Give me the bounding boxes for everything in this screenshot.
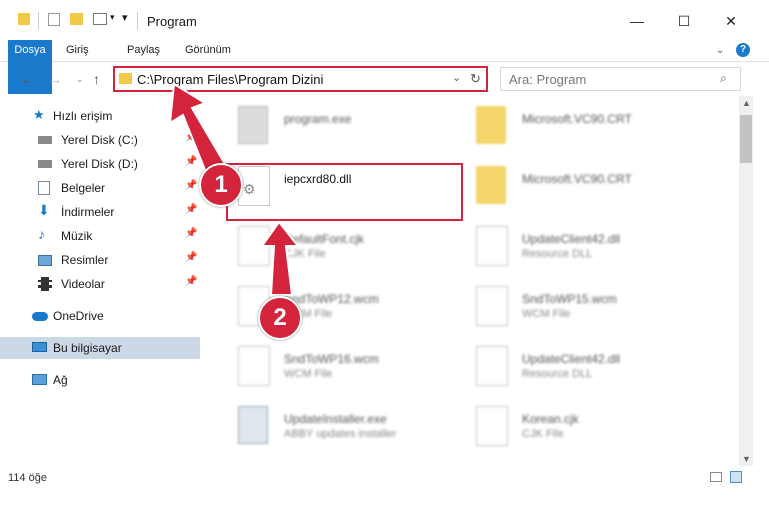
callout-badge-2: 2 [258,296,302,340]
callout-badge-1: 1 [199,163,243,207]
annotation-arrows [168,82,301,296]
arrow-to-file [260,220,301,296]
